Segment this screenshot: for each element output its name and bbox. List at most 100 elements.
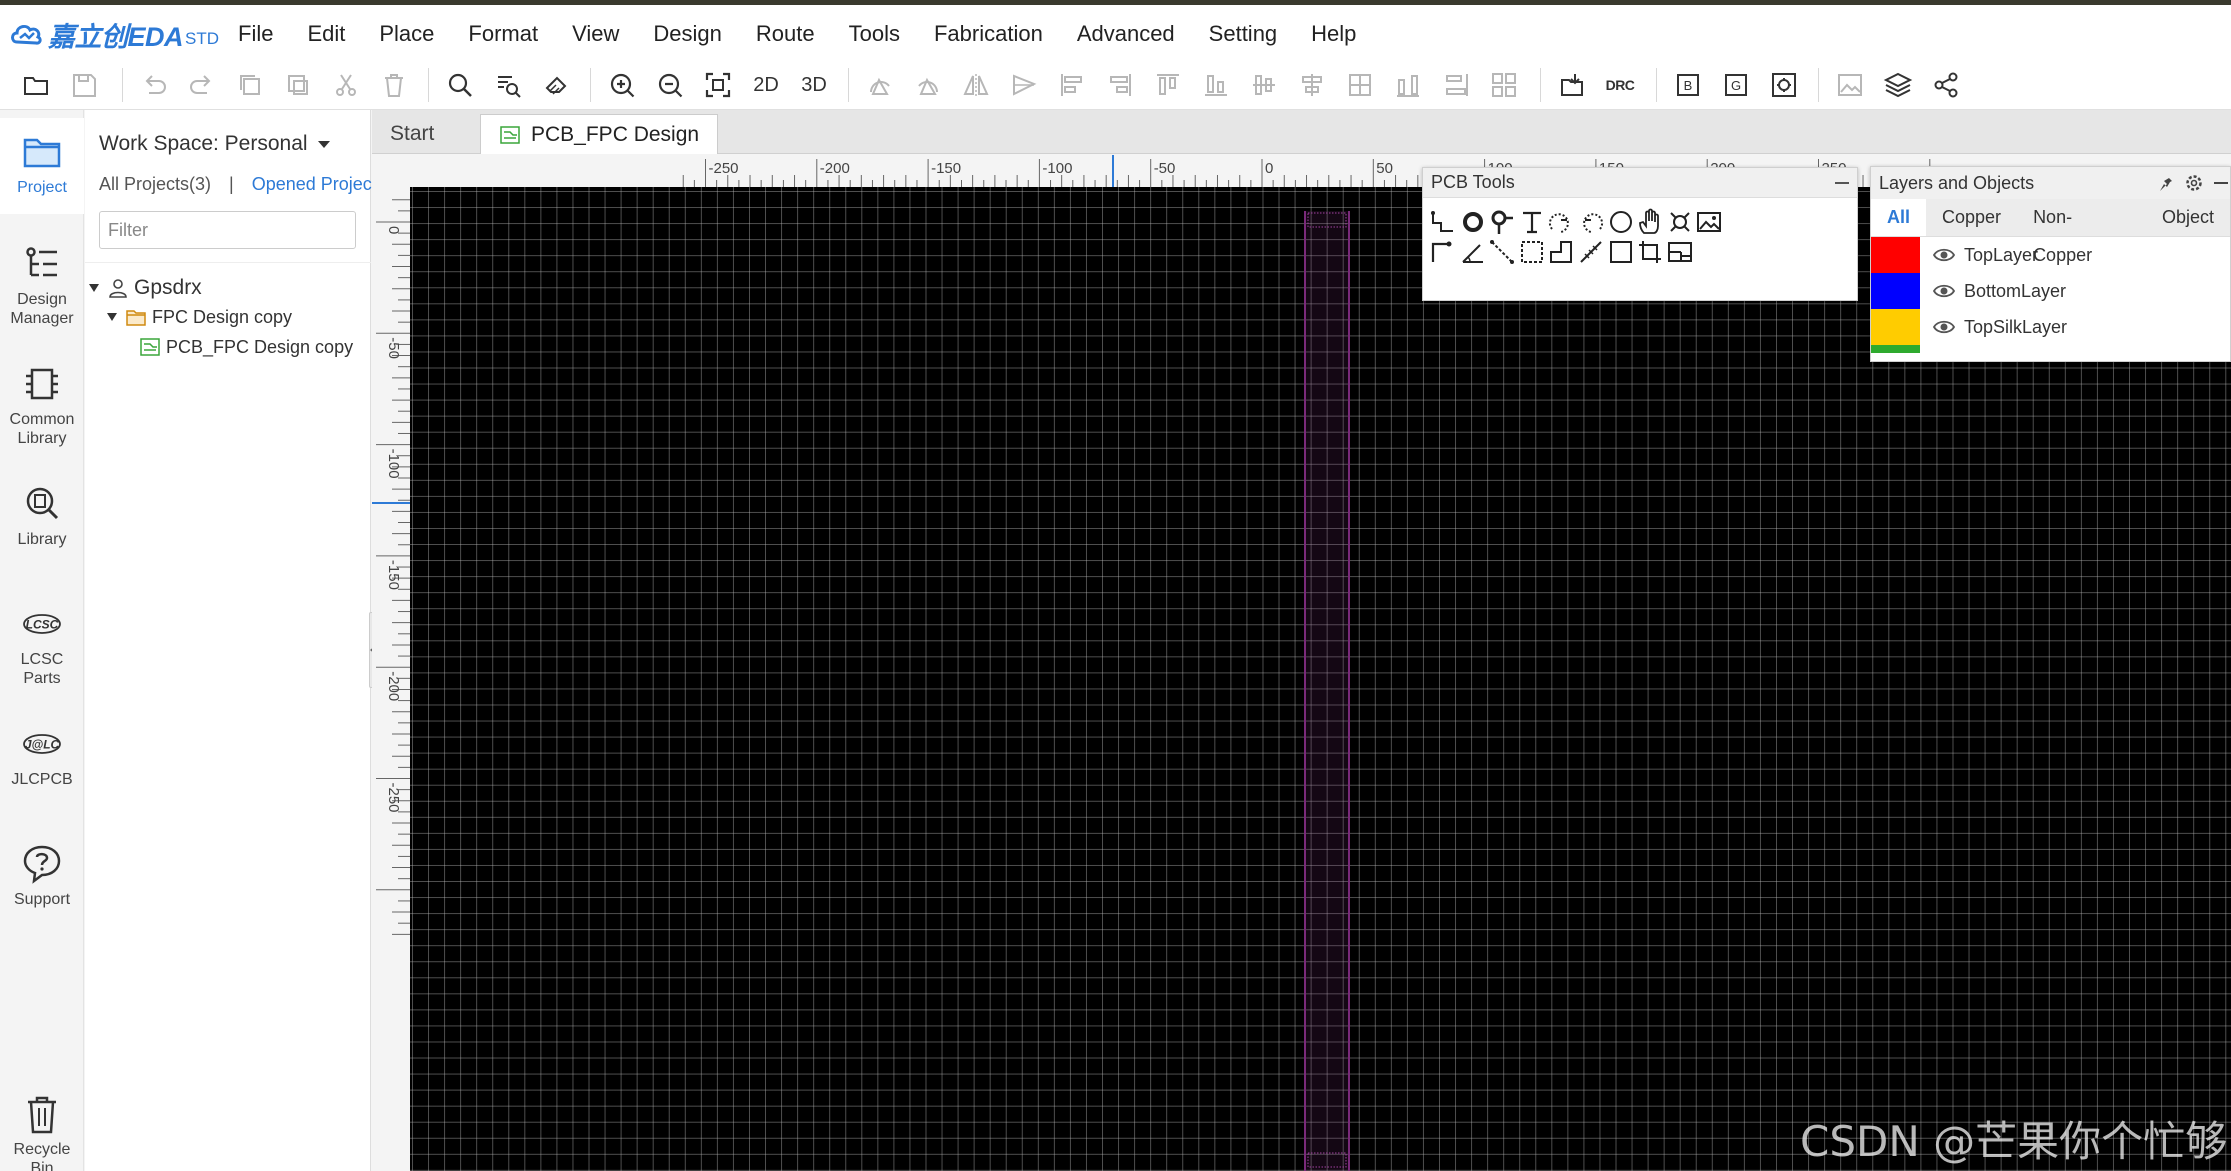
save-button[interactable]	[65, 66, 103, 104]
eye-icon[interactable]	[1932, 279, 1956, 303]
view-2d[interactable]: 2D	[747, 66, 785, 104]
all-projects-link[interactable]: All Projects(3)	[99, 174, 211, 195]
gerber-icon-letter: G	[1731, 78, 1741, 93]
layer-color-swatch[interactable]	[1871, 309, 1920, 345]
project-tabs: All Projects(3) | Opened Projects	[99, 174, 386, 195]
nav-support[interactable]: Support	[0, 842, 84, 909]
undo-button[interactable]	[135, 66, 173, 104]
search-button[interactable]	[441, 66, 479, 104]
menu-place[interactable]: Place	[373, 5, 450, 63]
solid-region-icon	[1550, 241, 1573, 263]
layer-color-swatch[interactable]	[1871, 237, 1920, 273]
tree-project-row[interactable]: FPC Design copy	[107, 306, 292, 328]
delete-button[interactable]	[375, 66, 413, 104]
menu-setting[interactable]: Setting	[1203, 5, 1294, 63]
cut-button[interactable]	[327, 66, 365, 104]
layers-tab-non-copper[interactable]: Non-Copper	[2017, 198, 2146, 265]
pcb-tools-header[interactable]: PCB Tools	[1423, 168, 1857, 198]
nav-recycle-bin[interactable]: Recycle Bin	[0, 1092, 84, 1171]
nav-lcsc-parts[interactable]: LCSC LCSC Parts	[0, 602, 84, 688]
menu-format[interactable]: Format	[462, 5, 554, 63]
layer-row[interactable]: BottomLayer	[1871, 273, 2230, 309]
copy-button[interactable]	[231, 66, 269, 104]
minimize-icon[interactable]	[1835, 181, 1849, 184]
rotate-button[interactable]	[861, 66, 899, 104]
bom-button[interactable]: B	[1669, 66, 1707, 104]
paste-button[interactable]	[279, 66, 317, 104]
layers-button[interactable]	[1879, 66, 1917, 104]
nav-library[interactable]: Library	[0, 482, 84, 549]
align-top-button[interactable]	[1149, 66, 1187, 104]
tree-user-row[interactable]: Gpsdrx	[89, 276, 202, 300]
menu-tools[interactable]: Tools	[843, 5, 916, 63]
find-similar-button[interactable]	[489, 66, 527, 104]
nav-common-library[interactable]: Common Library	[0, 362, 84, 448]
nav-support-label: Support	[13, 891, 71, 908]
gerber-button[interactable]: G	[1717, 66, 1755, 104]
photo-view-button[interactable]	[1831, 66, 1869, 104]
eye-icon[interactable]	[1932, 315, 1956, 339]
drc-button[interactable]: DRC	[1601, 66, 1639, 104]
layers-header[interactable]: Layers and Objects	[1871, 167, 2230, 199]
view-3d[interactable]: 3D	[795, 66, 833, 104]
distribute-h-button[interactable]	[1389, 66, 1427, 104]
eye-icon[interactable]	[1932, 243, 1956, 267]
gear-icon[interactable]	[2184, 173, 2204, 193]
layer-color-swatch[interactable]	[1871, 273, 1920, 309]
canvas-origin-icon	[1639, 241, 1662, 263]
nav-project[interactable]: Project	[0, 118, 84, 214]
menu-advanced[interactable]: Advanced	[1071, 5, 1191, 63]
layer-row[interactable]: TopSilkLayer	[1871, 309, 2230, 345]
flip-vertical-button[interactable]	[1005, 66, 1043, 104]
tree-document-row[interactable]: PCB_FPC Design copy	[139, 336, 353, 358]
layer-name: TopSilkLayer	[1964, 316, 2068, 337]
zoom-in-button[interactable]	[603, 66, 641, 104]
align-center-v-button[interactable]	[1245, 66, 1283, 104]
rotate-reverse-button[interactable]	[909, 66, 947, 104]
menu-fabrication[interactable]: Fabrication	[928, 5, 1059, 63]
import-changes-button[interactable]	[1553, 66, 1591, 104]
nav-design-manager[interactable]: Design Manager	[0, 242, 84, 328]
tab-start[interactable]: Start	[372, 114, 452, 154]
filter-input[interactable]	[99, 211, 356, 249]
opened-projects-link[interactable]: Opened Projects	[252, 174, 386, 195]
menu-edit[interactable]: Edit	[301, 5, 361, 63]
layer-row[interactable]: TopLayer	[1871, 237, 2230, 273]
panel-tool[interactable]	[1662, 234, 1698, 270]
share-button[interactable]	[1927, 66, 1965, 104]
menu-file[interactable]: File	[232, 5, 289, 63]
align-center-h-button[interactable]	[1293, 66, 1331, 104]
nav-jlcpcb[interactable]: J@LC JLCPCB	[0, 722, 84, 789]
tab-pcb-fpc-design[interactable]: PCB_FPC Design	[480, 114, 719, 154]
menu-view[interactable]: View	[566, 5, 635, 63]
flip-horizontal-button[interactable]	[957, 66, 995, 104]
align-right-button[interactable]	[1101, 66, 1139, 104]
zoom-out-button[interactable]	[651, 66, 689, 104]
distribute-v-icon	[1446, 74, 1468, 96]
layers-tab-copper[interactable]: Copper	[1926, 198, 2017, 236]
layers-tab-object[interactable]: Object	[2146, 198, 2230, 236]
workspace-selector[interactable]: Work Space: Personal	[99, 132, 330, 156]
drc-button-label: DRC	[1605, 77, 1635, 93]
redo-button[interactable]	[183, 66, 221, 104]
ruler-left-label: 0	[385, 226, 402, 234]
minimize-icon[interactable]	[2210, 173, 2230, 193]
align-bottom-button[interactable]	[1197, 66, 1235, 104]
pick-place-button[interactable]	[1765, 66, 1803, 104]
open-folder-button[interactable]	[17, 66, 55, 104]
align-left-button[interactable]	[1053, 66, 1091, 104]
pin-icon[interactable]	[2158, 173, 2178, 193]
app-logo[interactable]: 嘉立创EDA STD	[0, 5, 232, 63]
group-button[interactable]	[1485, 66, 1523, 104]
align-grid-button[interactable]	[1341, 66, 1379, 104]
menu-route[interactable]: Route	[750, 5, 831, 63]
menu-design[interactable]: Design	[647, 5, 737, 63]
distribute-v-button[interactable]	[1437, 66, 1475, 104]
layers-tab-all[interactable]: All	[1871, 198, 1927, 236]
tab-start-label: Start	[390, 122, 435, 145]
fit-view-button[interactable]	[699, 66, 737, 104]
clear-button[interactable]	[537, 66, 575, 104]
menu-help[interactable]: Help	[1305, 5, 1372, 63]
rectangle-icon	[1609, 241, 1632, 263]
hand-icon	[1639, 208, 1660, 234]
